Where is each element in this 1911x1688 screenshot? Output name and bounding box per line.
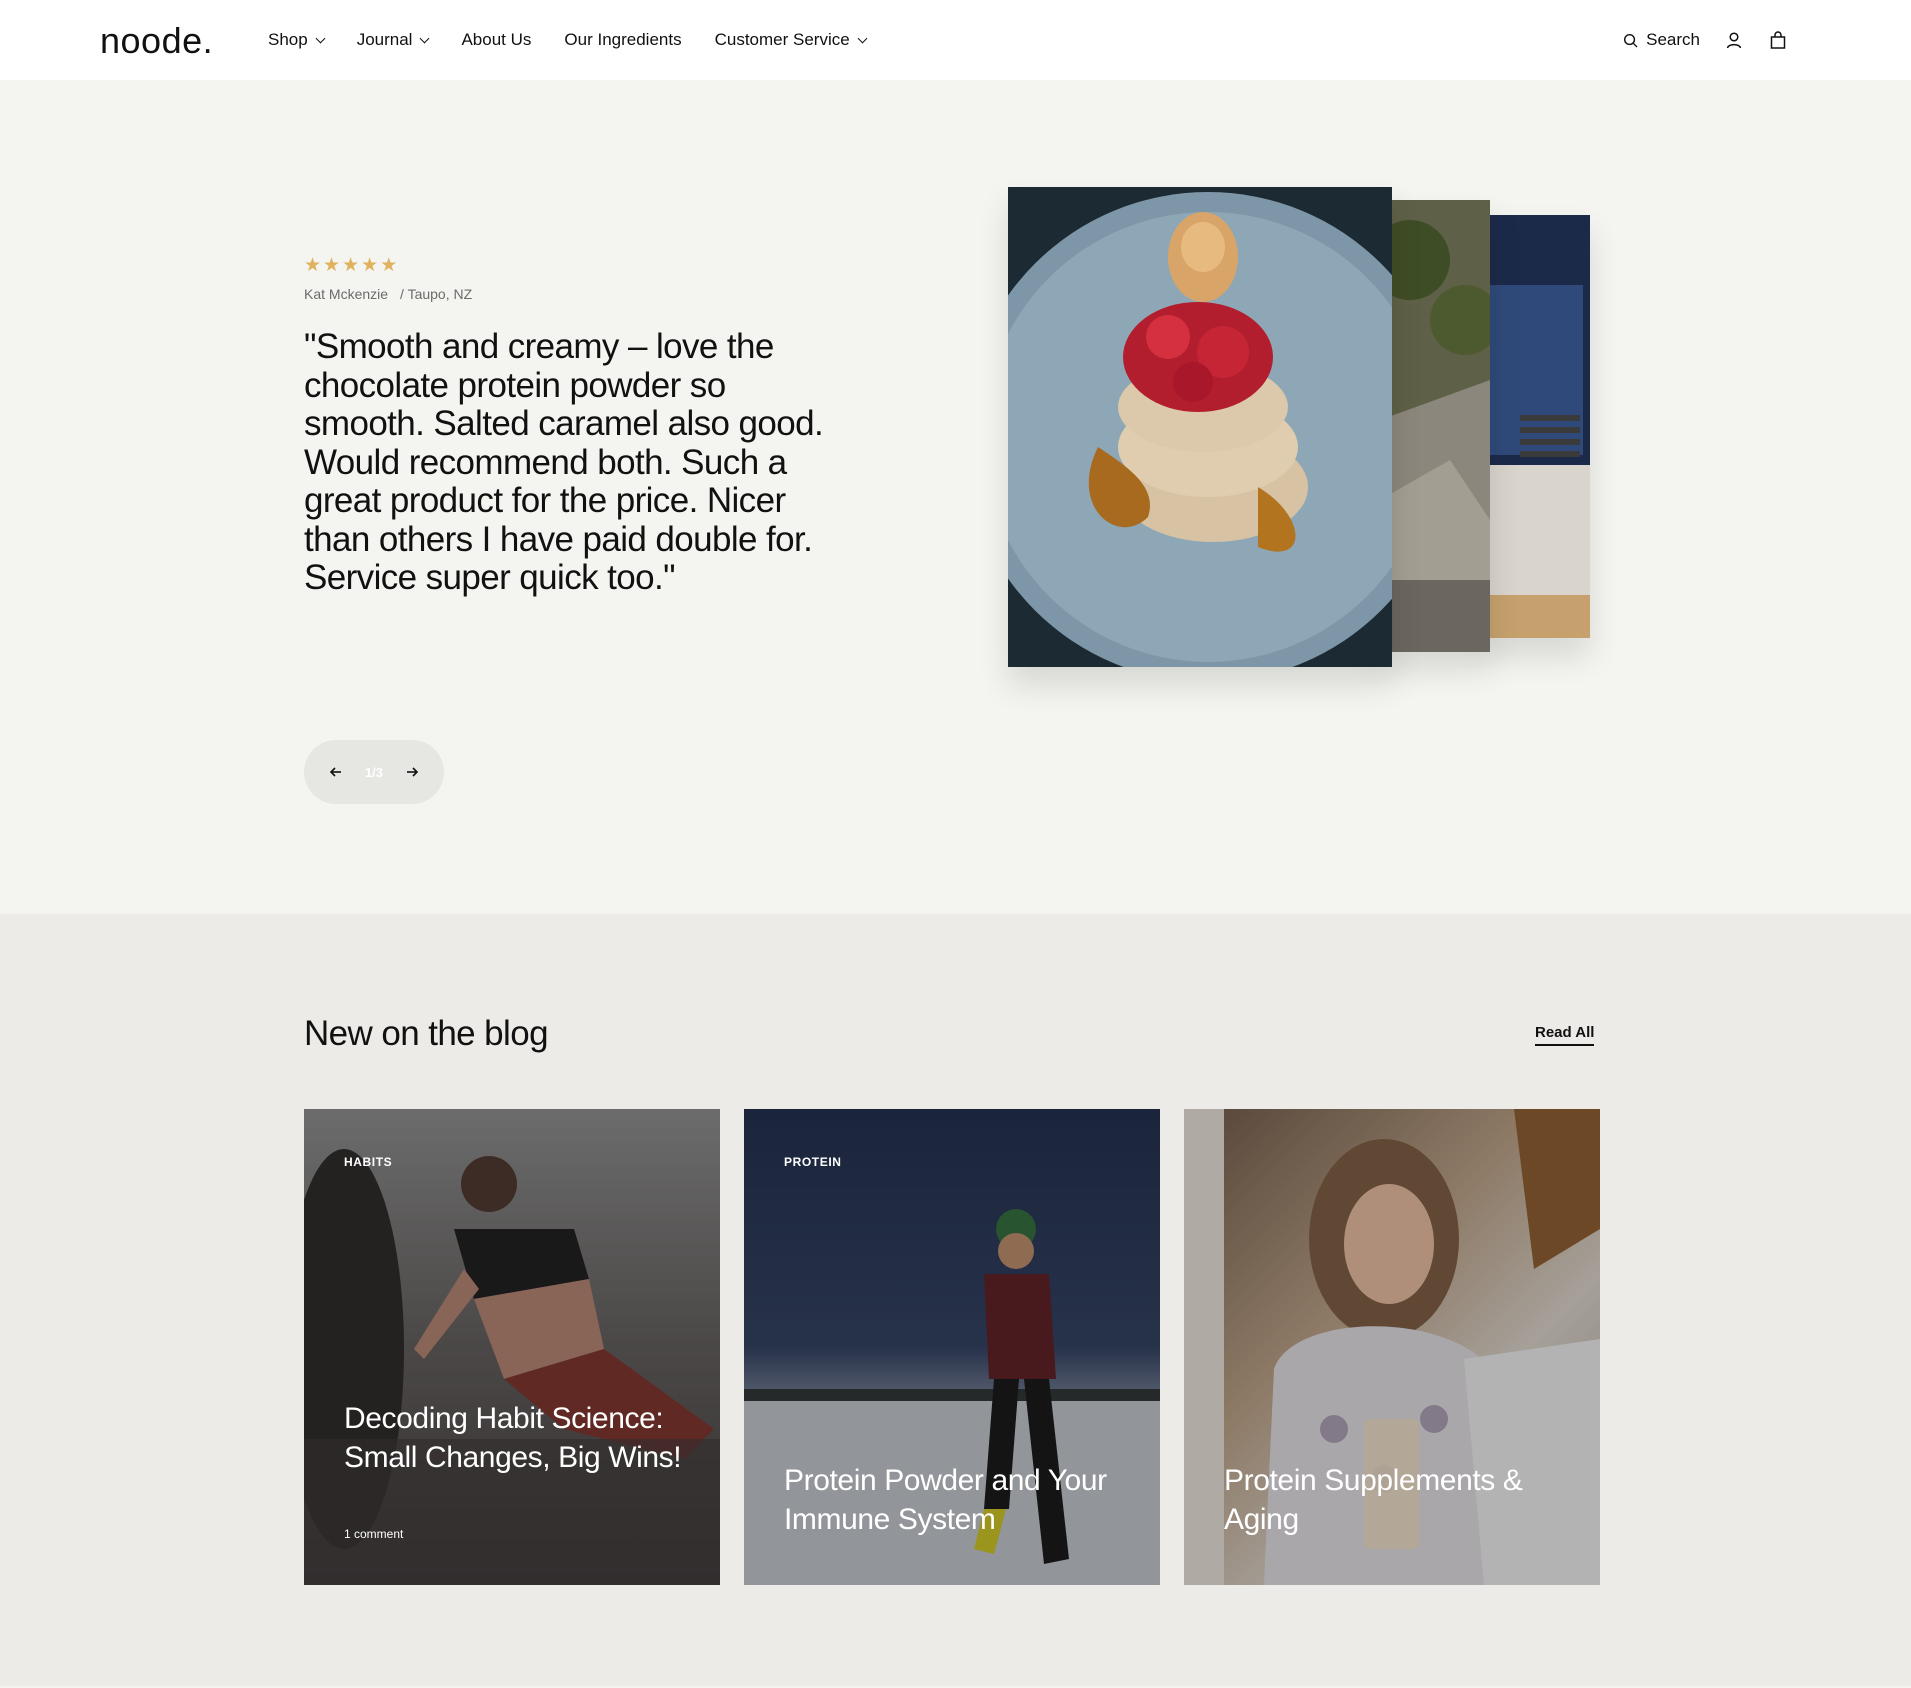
nav-item-shop[interactable]: Shop	[268, 30, 326, 50]
author-name: Kat Mckenzie	[304, 286, 389, 302]
header-actions: Search	[1623, 0, 1788, 80]
review-photo-pancakes	[1008, 187, 1392, 667]
search-label: Search	[1646, 30, 1700, 49]
author-location: / Taupo, NZ	[400, 286, 473, 302]
blog-card-overlay	[304, 1109, 720, 1585]
rating-stars: ★ ★ ★ ★ ★	[304, 256, 397, 276]
pager-count: 1/3	[364, 764, 384, 780]
nav-item-label: Customer Service	[714, 30, 850, 49]
site-header: noode. Shop Journal About Us Our Ingredi…	[0, 0, 1911, 80]
star-icon: ★	[342, 255, 360, 276]
nav-item-our-ingredients[interactable]: Our Ingredients	[564, 30, 681, 50]
search-icon	[1624, 33, 1638, 48]
blog-card-title: Protein Supplements & Aging	[1224, 1464, 1523, 1536]
blog-section: New on the blog Read All HABITS Decoding…	[0, 914, 1911, 1686]
blog-card[interactable]: HABITS Decoding Habit Science: Small Cha…	[304, 1109, 720, 1585]
nav-item-journal[interactable]: Journal	[356, 30, 430, 50]
blog-card-title: Protein Powder and Your Immune System	[784, 1464, 1107, 1536]
blog-card[interactable]: Protein Supplements & Aging	[1184, 1109, 1600, 1585]
testimonial-pager: 1/3	[304, 740, 444, 804]
nav-item-about-us[interactable]: About Us	[461, 30, 531, 50]
nav-item-label: Journal	[356, 30, 413, 49]
chevron-down-icon	[420, 33, 430, 43]
blog-card-tag: HABITS	[344, 1155, 393, 1169]
blog-card-comments: 1 comment	[344, 1527, 404, 1541]
review-quote: "Smooth and creamy – love the chocolate …	[304, 327, 824, 597]
arrow-right-icon[interactable]	[404, 764, 420, 780]
blog-card-title: Decoding Habit Science: Small Changes, B…	[344, 1402, 682, 1474]
blog-card-tag: PROTEIN	[784, 1155, 842, 1169]
chevron-down-icon	[857, 33, 868, 43]
review-author: Kat Mckenzie / Taupo, NZ	[304, 286, 472, 302]
testimonial-section: ★ ★ ★ ★ ★ Kat Mckenzie / Taupo, NZ "Smoot…	[0, 80, 1911, 914]
star-icon: ★	[380, 255, 398, 276]
star-icon: ★	[361, 255, 379, 276]
blog-heading: New on the blog	[304, 1014, 549, 1053]
blog-card[interactable]: PROTEIN Protein Powder and Your Immune S…	[744, 1109, 1160, 1585]
review-photo-outdoor	[1380, 200, 1490, 652]
main-nav: Shop Journal About Us Our Ingredients Cu…	[268, 0, 899, 80]
search-button[interactable]: Search	[1623, 30, 1700, 50]
nav-item-label: About Us	[461, 30, 532, 49]
nav-item-label: Our Ingredients	[564, 30, 682, 49]
nav-item-label: Shop	[268, 30, 308, 49]
nav-item-customer-service[interactable]: Customer Service	[714, 30, 868, 50]
cart-icon[interactable]	[1768, 30, 1788, 50]
read-all-link[interactable]: Read All	[1535, 1024, 1595, 1046]
account-icon[interactable]	[1724, 30, 1744, 50]
star-icon: ★	[323, 255, 341, 276]
chevron-down-icon	[315, 33, 326, 43]
star-icon: ★	[304, 255, 322, 276]
logo[interactable]: noode.	[100, 20, 213, 62]
review-photo-laptop	[1480, 215, 1590, 638]
arrow-left-icon[interactable]	[328, 764, 344, 780]
